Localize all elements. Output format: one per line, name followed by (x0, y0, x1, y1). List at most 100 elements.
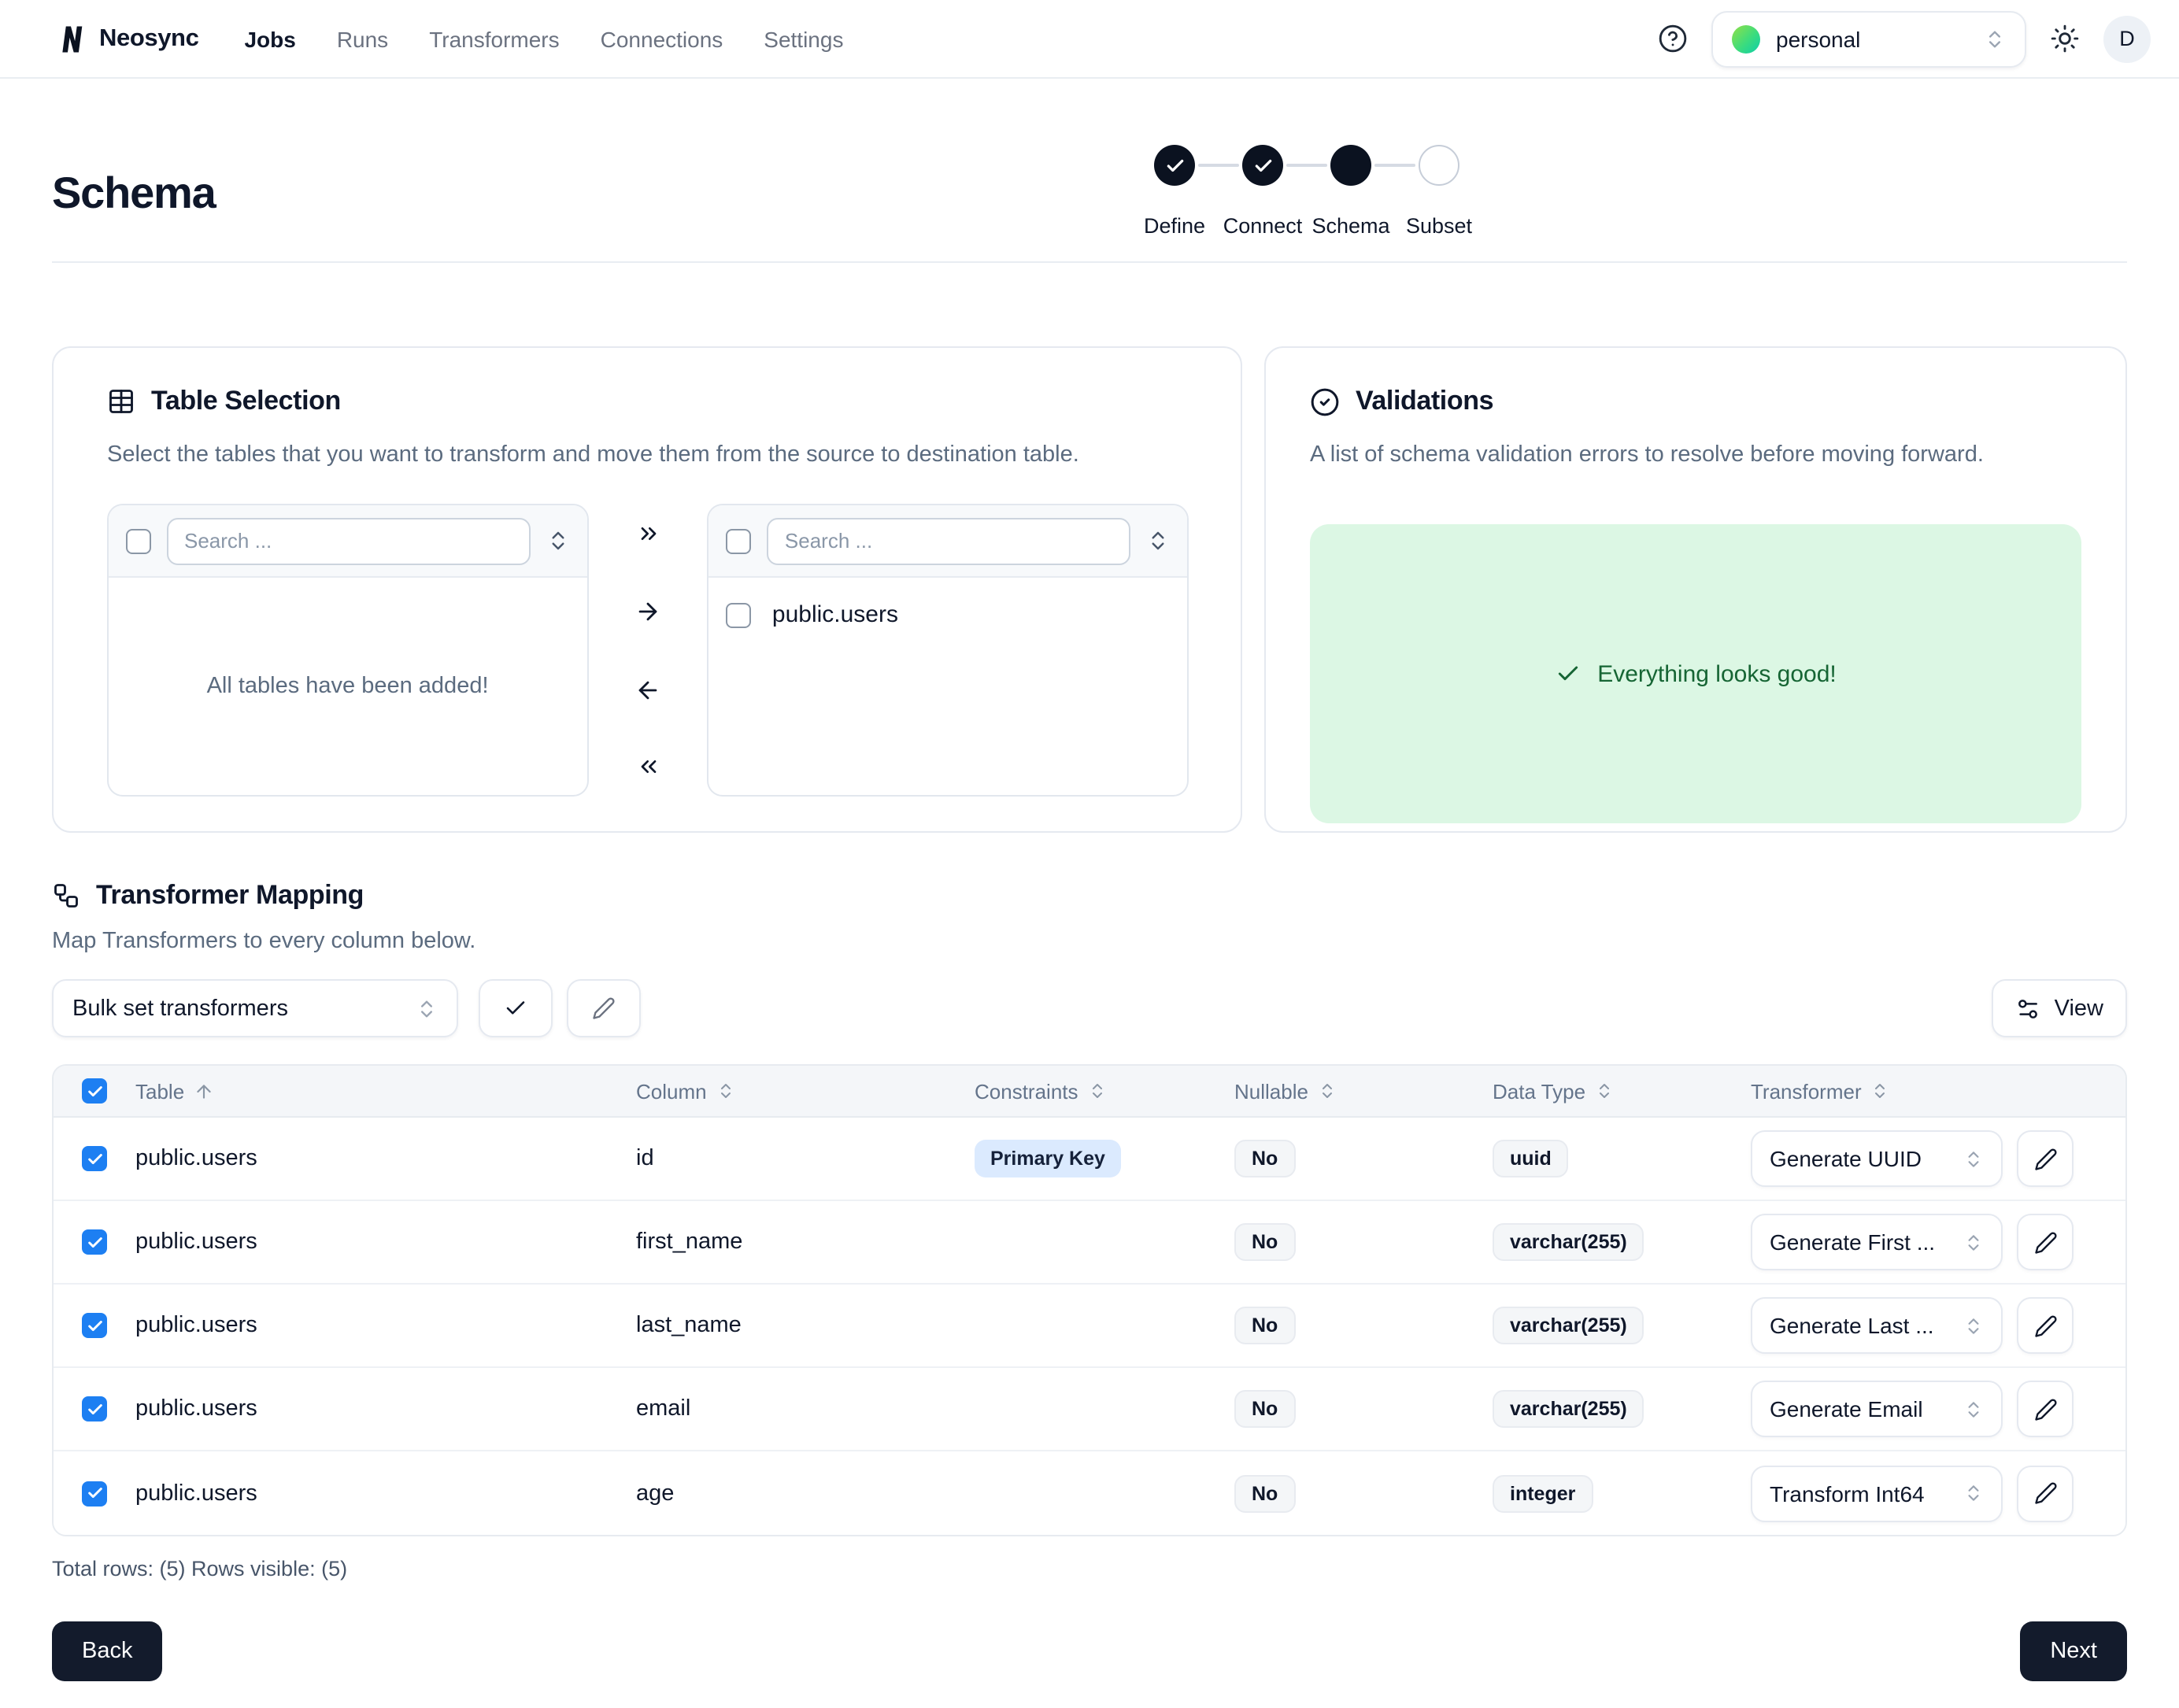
step-connector (1198, 164, 1239, 167)
chevron-up-down-icon (1146, 530, 1170, 553)
nav-item-connections[interactable]: Connections (601, 26, 723, 51)
column-header-column[interactable]: Column (636, 1079, 975, 1103)
transformer-select[interactable]: Generate Email (1751, 1381, 2003, 1437)
cell-nullable: No (1234, 1307, 1493, 1344)
main-nav: Jobs Runs Transformers Connections Settings (244, 26, 843, 51)
bulk-select-label: Bulk set transformers (72, 996, 416, 1021)
transformer-mapping-section: Transformer Mapping Map Transformers to … (52, 880, 2127, 1580)
theme-toggle-button[interactable] (2050, 24, 2080, 54)
transformer-select[interactable]: Generate Last ... (1751, 1297, 2003, 1354)
edit-transformer-button[interactable] (2017, 1130, 2074, 1187)
next-button[interactable]: Next (2020, 1621, 2127, 1681)
cell-nullable: No (1234, 1223, 1493, 1261)
column-header-data-type[interactable]: Data Type (1493, 1079, 1751, 1103)
table-row-count: Total rows: (5) Rows visible: (5) (52, 1557, 2127, 1580)
validations-card: Validations A list of schema validation … (1264, 346, 2127, 833)
source-sort-button[interactable] (546, 530, 569, 553)
destination-table-list: public.users (709, 579, 1187, 653)
view-button-label: View (2055, 996, 2103, 1021)
nullable-badge: No (1234, 1223, 1295, 1261)
column-header-nullable[interactable]: Nullable (1234, 1079, 1493, 1103)
step-label-subset: Subset (1406, 214, 1472, 238)
cell-column: id (636, 1146, 975, 1171)
navbar-right: personal D (1658, 10, 2151, 67)
wizard-actions: Back Next (52, 1621, 2127, 1681)
account-select[interactable]: personal (1711, 10, 2026, 67)
step-circle-subset[interactable] (1419, 145, 1459, 186)
cell-table: public.users (135, 1481, 636, 1506)
row-checkbox[interactable] (82, 1313, 107, 1338)
transformer-select[interactable]: Generate First ... (1751, 1214, 2003, 1270)
workflow-icon (52, 882, 80, 910)
back-button[interactable]: Back (52, 1621, 163, 1681)
bulk-edit-button[interactable] (567, 979, 641, 1037)
move-all-left-button[interactable] (624, 744, 671, 791)
move-left-button[interactable] (624, 666, 671, 713)
row-checkbox[interactable] (82, 1146, 107, 1171)
constraint-badge: Primary Key (975, 1140, 1121, 1177)
circle-check-icon (1310, 386, 1340, 416)
transformer-select[interactable]: Generate UUID (1751, 1130, 2003, 1187)
help-button[interactable] (1658, 24, 1688, 54)
source-select-all-checkbox[interactable] (126, 529, 151, 554)
divider (52, 261, 2127, 263)
destination-sort-button[interactable] (1146, 530, 1170, 553)
table-checkbox[interactable] (727, 603, 752, 628)
cell-column: first_name (636, 1229, 975, 1255)
arrow-right-icon (634, 599, 661, 626)
nav-item-jobs[interactable]: Jobs (244, 26, 295, 51)
nav-item-settings[interactable]: Settings (764, 26, 843, 51)
row-checkbox[interactable] (82, 1481, 107, 1506)
pencil-icon (2033, 1397, 2057, 1421)
edit-transformer-button[interactable] (2017, 1465, 2074, 1521)
top-navbar: Neosync Jobs Runs Transformers Connections S… (0, 0, 2179, 79)
move-all-right-button[interactable] (624, 511, 671, 558)
view-button[interactable]: View (1992, 979, 2127, 1037)
column-header-constraints[interactable]: Constraints (975, 1079, 1234, 1103)
cell-column: email (636, 1396, 975, 1421)
account-avatar-icon (1732, 24, 1760, 53)
sort-icon (716, 1081, 735, 1100)
column-header-table[interactable]: Table (135, 1079, 636, 1103)
neosync-logo-icon (54, 21, 88, 56)
column-header-transformer[interactable]: Transformer (1751, 1079, 2125, 1103)
bulk-apply-button[interactable] (479, 979, 553, 1037)
cell-nullable: No (1234, 1390, 1493, 1428)
bulk-set-transformers-select[interactable]: Bulk set transformers (52, 979, 458, 1037)
chevron-up-down-icon (416, 997, 438, 1019)
data-type-badge: varchar(255) (1493, 1390, 1644, 1428)
destination-select-all-checkbox[interactable] (727, 529, 752, 554)
transformer-select-label: Generate UUID (1770, 1146, 1954, 1171)
cell-data-type: varchar(255) (1493, 1390, 1751, 1428)
destination-panel-header (709, 506, 1187, 579)
step-circle-schema[interactable] (1330, 145, 1371, 186)
destination-table-item[interactable]: public.users (709, 588, 1187, 643)
move-right-button[interactable] (624, 589, 671, 636)
page-title: Schema (52, 168, 216, 219)
step-circle-define[interactable] (1154, 145, 1195, 186)
transformer-select[interactable]: Transform Int64 (1751, 1465, 2003, 1521)
pencil-icon (2033, 1314, 2057, 1337)
nullable-badge: No (1234, 1140, 1295, 1177)
mapping-table-body: public.usersidPrimary KeyNouuidGenerate … (54, 1118, 2125, 1535)
step-circle-connect[interactable] (1242, 145, 1283, 186)
row-checkbox[interactable] (82, 1396, 107, 1421)
edit-transformer-button[interactable] (2017, 1297, 2074, 1354)
row-checkbox[interactable] (82, 1229, 107, 1255)
sort-asc-icon (194, 1081, 214, 1101)
source-empty-message: All tables have been added! (109, 579, 586, 796)
source-search-input[interactable] (167, 518, 530, 565)
user-avatar[interactable]: D (2103, 15, 2151, 62)
edit-transformer-button[interactable] (2017, 1214, 2074, 1270)
chevrons-right-icon (635, 522, 660, 547)
chevron-up-down-icon (1963, 1399, 1984, 1419)
select-all-rows-checkbox[interactable] (82, 1078, 107, 1104)
main-content: Schema DefineConnectSchemaSubset Table S… (0, 145, 2179, 1681)
check-icon (504, 996, 527, 1020)
nav-item-transformers[interactable]: Transformers (429, 26, 559, 51)
destination-search-input[interactable] (768, 518, 1130, 565)
transformer-select-label: Generate Last ... (1770, 1313, 1954, 1338)
brand[interactable]: Neosync (54, 21, 198, 56)
nav-item-runs[interactable]: Runs (337, 26, 388, 51)
edit-transformer-button[interactable] (2017, 1381, 2074, 1437)
